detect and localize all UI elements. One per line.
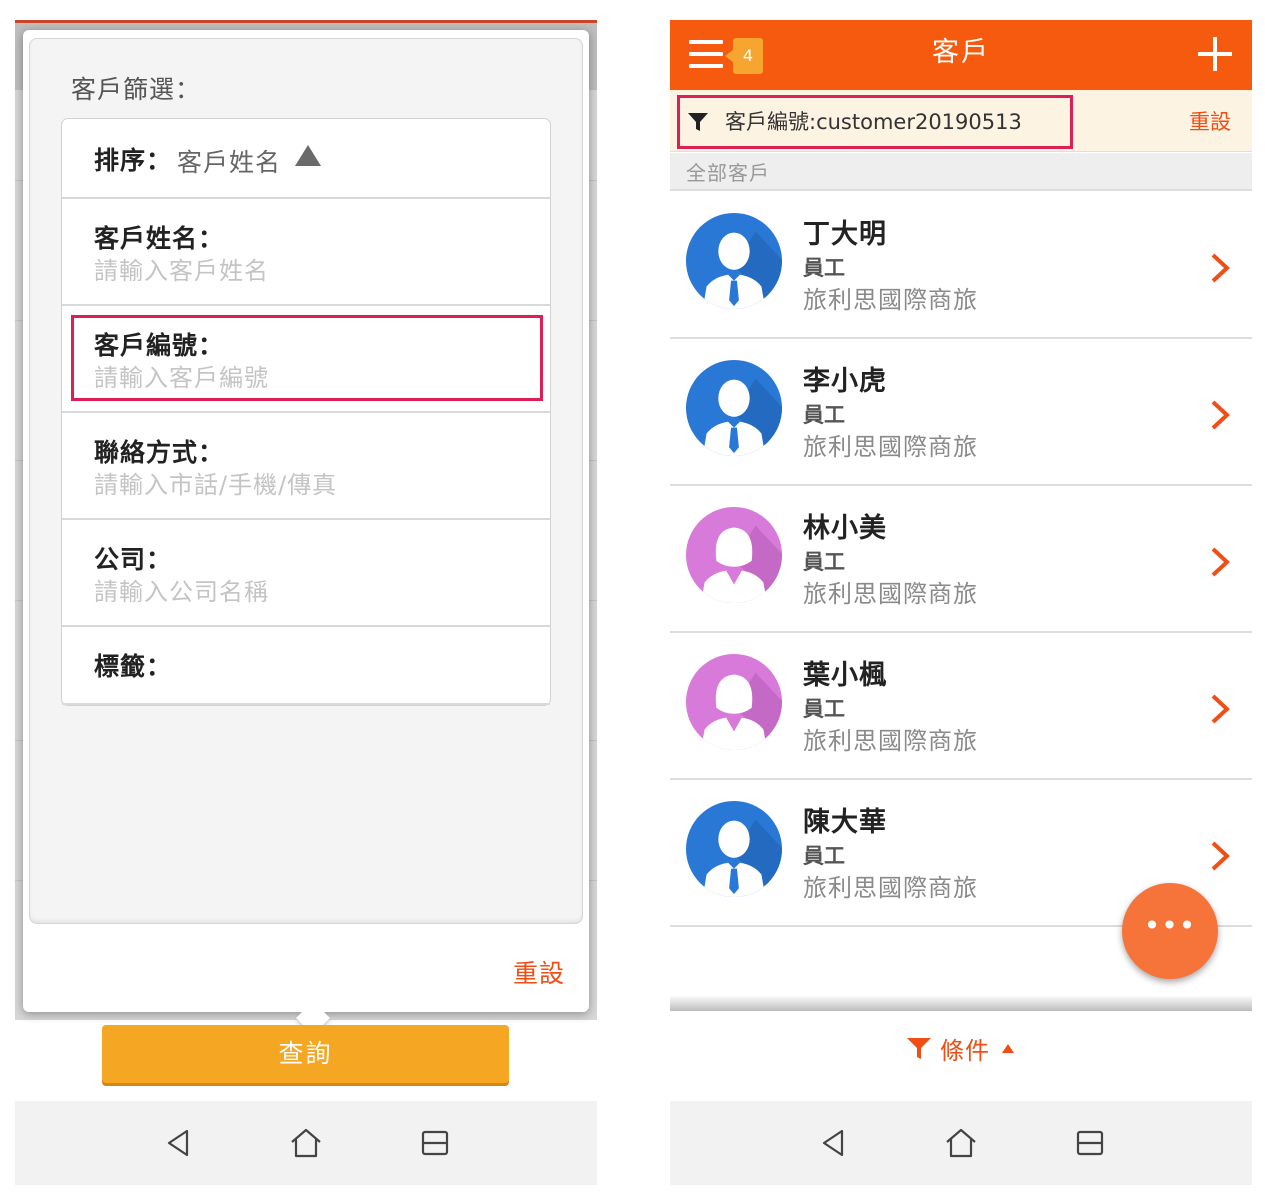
customer-role: 員工: [803, 697, 845, 721]
condition-bar: 條件: [670, 1011, 1252, 1101]
customer-row[interactable]: 林小美 員工 旅利思國際商旅: [670, 486, 1252, 633]
filter-icon: [907, 1038, 931, 1059]
customer-company: 旅利思國際商旅: [803, 580, 978, 608]
sort-label: 排序：: [94, 146, 173, 175]
filter-popup: 客戶篩選： 排序： 客戶姓名 客戶姓名： 請輸入客戶姓名 客戶編號： 請輸入客戶…: [23, 30, 589, 1035]
customer-name: 陳大華: [803, 807, 887, 838]
company-field[interactable]: 公司： 請輸入公司名稱: [62, 520, 550, 627]
customer-role: 員工: [803, 550, 845, 574]
customer-name: 葉小楓: [803, 660, 887, 691]
more-actions-button[interactable]: •••: [1122, 883, 1218, 979]
tag-label: 標籤：: [94, 652, 173, 681]
customer-name: 丁大明: [803, 219, 887, 250]
section-header: 全部客戶: [670, 153, 1252, 191]
customer-company: 旅利思國際商旅: [803, 433, 978, 461]
notification-badge[interactable]: 4: [725, 38, 763, 74]
right-phone-screen: 客戶 4 客戶編號:customer20190513 重設 全部客戶 丁大明 員…: [670, 20, 1252, 1185]
customer-row[interactable]: 丁大明 員工 旅利思國際商旅: [670, 192, 1252, 339]
menu-icon[interactable]: [689, 40, 723, 68]
customer-row[interactable]: 葉小楓 員工 旅利思國際商旅: [670, 633, 1252, 780]
contact-input[interactable]: 請輸入市話/手機/傳真: [94, 465, 337, 500]
filter-highlight-box: [677, 95, 1073, 149]
left-phone-screen: 客戶篩選： 排序： 客戶姓名 客戶姓名： 請輸入客戶姓名 客戶編號： 請輸入客戶…: [15, 20, 597, 1185]
customer-row[interactable]: 李小虎 員工 旅利思國際商旅: [670, 339, 1252, 486]
sort-ascending-icon[interactable]: [295, 145, 321, 166]
company-input[interactable]: 請輸入公司名稱: [94, 572, 269, 607]
male-avatar-icon: [685, 800, 783, 898]
home-icon[interactable]: [288, 1125, 324, 1161]
customer-company: 旅利思國際商旅: [803, 874, 978, 902]
chevron-right-icon[interactable]: [1210, 546, 1230, 578]
chevron-right-icon[interactable]: [1210, 399, 1230, 431]
recent-apps-icon[interactable]: [417, 1125, 453, 1161]
system-nav-bar: [670, 1101, 1252, 1185]
chevron-right-icon[interactable]: [1210, 840, 1230, 872]
popup-reset-button[interactable]: 重設: [513, 954, 565, 990]
contact-field[interactable]: 聯絡方式： 請輸入市話/手機/傳真: [62, 413, 550, 520]
female-avatar-icon: [685, 653, 783, 751]
sort-value: 客戶姓名: [177, 148, 282, 177]
customer-name: 李小虎: [803, 366, 887, 397]
caret-up-icon: [1002, 1044, 1014, 1053]
customer-list: 丁大明 員工 旅利思國際商旅 李小虎 員工 旅利思國際商旅 林小美 員工 旅利思…: [670, 192, 1252, 927]
chevron-right-icon[interactable]: [1210, 693, 1230, 725]
condition-label: 條件: [940, 1037, 990, 1065]
contact-label: 聯絡方式：: [94, 438, 225, 467]
customer-company: 旅利思國際商旅: [803, 286, 978, 314]
customer-id-highlight-box: [71, 315, 543, 401]
filter-reset-button[interactable]: 重設: [1189, 106, 1231, 136]
tag-field[interactable]: 標籤：: [62, 627, 550, 705]
company-label: 公司：: [94, 545, 173, 574]
sort-field[interactable]: 排序： 客戶姓名: [62, 119, 550, 199]
recent-apps-icon[interactable]: [1072, 1125, 1108, 1161]
customer-role: 員工: [803, 403, 845, 427]
customer-name-label: 客戶姓名：: [94, 224, 225, 253]
male-avatar-icon: [685, 212, 783, 310]
customer-name-input[interactable]: 請輸入客戶姓名: [94, 251, 269, 286]
filter-title: 客戶篩選：: [71, 75, 202, 104]
back-icon[interactable]: [161, 1125, 197, 1161]
male-avatar-icon: [685, 359, 783, 457]
add-customer-icon[interactable]: [1198, 37, 1232, 71]
filter-panel: 客戶篩選： 排序： 客戶姓名 客戶姓名： 請輸入客戶姓名 客戶編號： 請輸入客戶…: [29, 38, 583, 924]
customer-name: 林小美: [803, 513, 887, 544]
chevron-right-icon[interactable]: [1210, 252, 1230, 284]
back-icon[interactable]: [816, 1125, 852, 1161]
female-avatar-icon: [685, 506, 783, 604]
customer-name-field[interactable]: 客戶姓名： 請輸入客戶姓名: [62, 199, 550, 306]
system-nav-bar: [15, 1101, 597, 1185]
home-icon[interactable]: [943, 1125, 979, 1161]
filter-field-list: 排序： 客戶姓名 客戶姓名： 請輸入客戶姓名 客戶編號： 請輸入客戶編號 聯絡方…: [61, 118, 551, 706]
customer-company: 旅利思國際商旅: [803, 727, 978, 755]
section-label: 全部客戶: [686, 161, 770, 185]
app-header: 客戶 4: [670, 20, 1252, 90]
customer-role: 員工: [803, 844, 845, 868]
query-button[interactable]: 查詢: [102, 1025, 509, 1083]
customer-role: 員工: [803, 256, 845, 280]
